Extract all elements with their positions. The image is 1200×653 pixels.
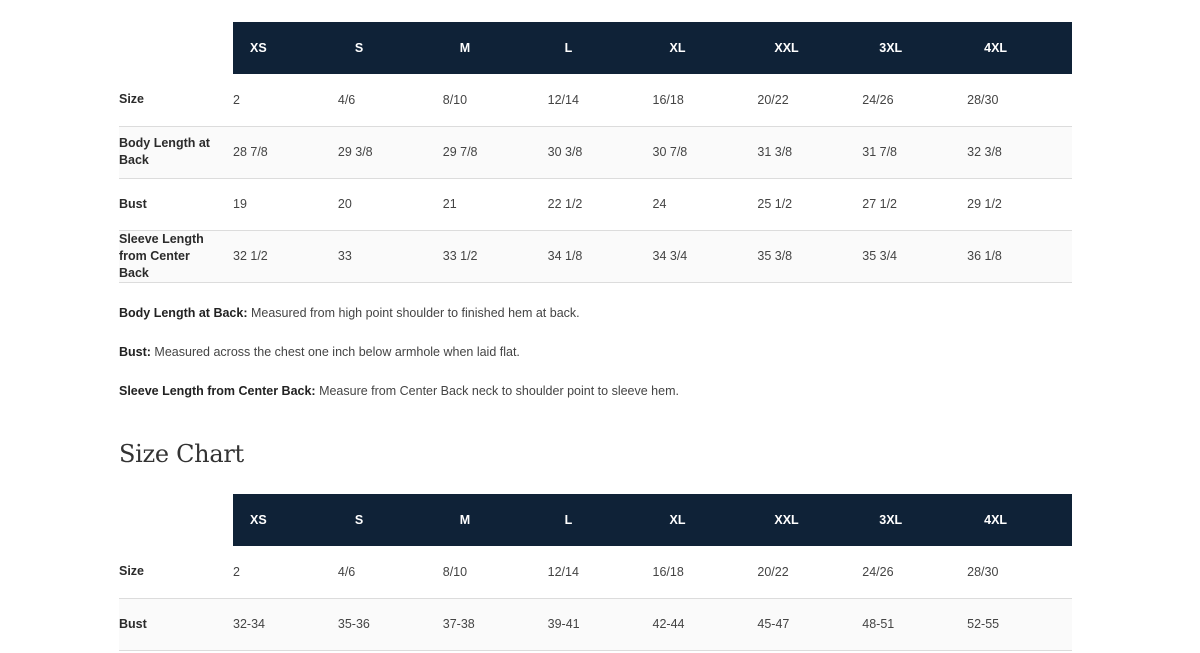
table-cell: 39-41 (547, 598, 653, 651)
table-row: Bust 19 20 21 22 1/2 24 25 1/2 27 1/2 29… (119, 178, 1072, 231)
header-size-xs: XS (233, 494, 338, 546)
table-row: Sleeve Length from Center Back 32 1/2 33… (119, 230, 1072, 283)
table-cell: 32 1/2 (233, 230, 338, 283)
table-cell: 35 3/4 (862, 230, 968, 283)
measurement-notes: Body Length at Back: Measured from high … (119, 303, 1072, 420)
note-sleeve-length: Sleeve Length from Center Back: Measure … (119, 381, 1072, 420)
row-label: Sleeve Length from Center Back (119, 230, 233, 283)
table-cell: 34 1/8 (547, 230, 653, 283)
table-cell: 22 1/2 (547, 178, 653, 231)
table-cell: 20/22 (757, 546, 863, 599)
note-term: Sleeve Length from Center Back: (119, 384, 316, 398)
table-cell: 28/30 (967, 74, 1072, 127)
note-text: Measured from high point shoulder to fin… (247, 306, 580, 320)
header-size-xl: XL (652, 22, 758, 74)
table-cell: 8/10 (442, 74, 548, 127)
table-cell: 21 (442, 178, 548, 231)
header-size-s: S (337, 22, 443, 74)
table-cell: 24 (652, 178, 758, 231)
header-size-l: L (547, 22, 653, 74)
header-size-m: M (442, 494, 548, 546)
table-cell: 20/22 (757, 74, 863, 127)
table-cell: 33 1/2 (442, 230, 548, 283)
table-row: Size 2 4/6 8/10 12/14 16/18 20/22 24/26 … (119, 74, 1072, 127)
table-cell: 32 3/8 (967, 126, 1072, 179)
table-cell: 24/26 (862, 546, 968, 599)
header-size-xl: XL (652, 494, 758, 546)
row-label: Size (119, 74, 233, 127)
table-cell: 2 (233, 546, 338, 599)
table-cell: 29 3/8 (337, 126, 443, 179)
table-cell: 12/14 (547, 74, 653, 127)
header-size-s: S (337, 494, 443, 546)
table-cell: 30 3/8 (547, 126, 653, 179)
body-size-chart-table: XS S M L XL XXL 3XL 4XL Size 2 4/6 8/10 … (119, 494, 1072, 651)
table-row: Body Length at Back 28 7/8 29 3/8 29 7/8… (119, 126, 1072, 179)
table-cell: 32-34 (233, 598, 338, 651)
header-size-3xl: 3XL (862, 494, 968, 546)
table-cell: 37-38 (442, 598, 548, 651)
note-term: Body Length at Back: (119, 306, 248, 320)
row-label: Body Length at Back (119, 126, 233, 179)
header-corner (119, 22, 233, 74)
table-cell: 8/10 (442, 546, 548, 599)
section-title: Size Chart (119, 440, 244, 468)
table-cell: 34 3/4 (652, 230, 758, 283)
header-size-3xl: 3XL (862, 22, 968, 74)
table-row: Size 2 4/6 8/10 12/14 16/18 20/22 24/26 … (119, 546, 1072, 599)
note-text: Measured across the chest one inch below… (150, 345, 520, 359)
table-cell: 2 (233, 74, 338, 127)
table-cell: 33 (337, 230, 443, 283)
table-cell: 12/14 (547, 546, 653, 599)
header-size-xxl: XXL (757, 494, 863, 546)
table-cell: 16/18 (652, 74, 758, 127)
table-cell: 52-55 (967, 598, 1072, 651)
table-row: Bust 32-34 35-36 37-38 39-41 42-44 45-47… (119, 598, 1072, 651)
note-body-length: Body Length at Back: Measured from high … (119, 303, 1072, 342)
note-bust: Bust: Measured across the chest one inch… (119, 342, 1072, 381)
table-cell: 4/6 (337, 546, 443, 599)
table-cell: 20 (337, 178, 443, 231)
header-size-xs: XS (233, 22, 338, 74)
row-label: Bust (119, 598, 233, 651)
table-cell: 31 7/8 (862, 126, 968, 179)
note-term: Bust: (119, 345, 151, 359)
table-header-row: XS S M L XL XXL 3XL 4XL (119, 22, 1072, 74)
table-cell: 28/30 (967, 546, 1072, 599)
table-cell: 29 7/8 (442, 126, 548, 179)
table-cell: 16/18 (652, 546, 758, 599)
header-size-4xl: 4XL (967, 494, 1072, 546)
table-cell: 35 3/8 (757, 230, 863, 283)
garment-measurement-table: XS S M L XL XXL 3XL 4XL Size 2 4/6 8/10 … (119, 22, 1072, 283)
header-size-4xl: 4XL (967, 22, 1072, 74)
table-header-row: XS S M L XL XXL 3XL 4XL (119, 494, 1072, 546)
table-cell: 24/26 (862, 74, 968, 127)
table-cell: 31 3/8 (757, 126, 863, 179)
header-corner (119, 494, 233, 546)
table-cell: 36 1/8 (967, 230, 1072, 283)
row-label: Bust (119, 178, 233, 231)
table-cell: 19 (233, 178, 338, 231)
table-cell: 42-44 (652, 598, 758, 651)
table-cell: 35-36 (337, 598, 443, 651)
table-cell: 27 1/2 (862, 178, 968, 231)
header-size-xxl: XXL (757, 22, 863, 74)
header-size-l: L (547, 494, 653, 546)
table-cell: 4/6 (337, 74, 443, 127)
table-cell: 29 1/2 (967, 178, 1072, 231)
table-cell: 48-51 (862, 598, 968, 651)
row-label: Size (119, 546, 233, 599)
table-cell: 25 1/2 (757, 178, 863, 231)
table-cell: 28 7/8 (233, 126, 338, 179)
table-cell: 30 7/8 (652, 126, 758, 179)
note-text: Measure from Center Back neck to shoulde… (315, 384, 679, 398)
header-size-m: M (442, 22, 548, 74)
table-cell: 45-47 (757, 598, 863, 651)
